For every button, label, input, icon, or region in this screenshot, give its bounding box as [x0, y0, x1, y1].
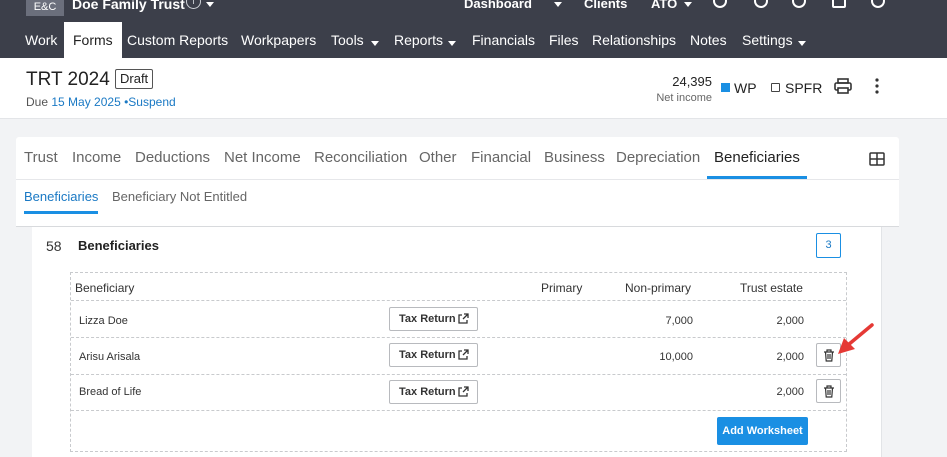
external-link-icon [458, 313, 469, 324]
help-icon[interactable] [871, 0, 885, 8]
info-icon[interactable]: i [186, 0, 201, 9]
trash-icon [824, 349, 834, 362]
due-prefix: Due [26, 95, 49, 109]
wp-label[interactable]: WP [734, 80, 757, 96]
due-line: Due 15 May 2025 •Suspend [26, 95, 176, 109]
client-name[interactable]: Doe Family Trust [72, 0, 185, 14]
tools-chevron-down-icon[interactable] [371, 35, 379, 53]
trust-estate-value[interactable]: 2,000 [741, 351, 804, 363]
return-title: TRT 2024 [26, 69, 110, 90]
tax-return-label: Tax Return [399, 313, 456, 325]
nav-settings[interactable]: Settings [742, 22, 793, 58]
section-number: 58 [46, 238, 62, 254]
form-card: Trust Income Deductions Net Income Recon… [16, 137, 899, 457]
non-primary-value[interactable]: 10,000 [631, 351, 693, 363]
return-header: TRT 2024 Draft Due 15 May 2025 •Suspend … [0, 58, 947, 119]
net-income-label: Net income [656, 92, 712, 104]
tab-reconciliation[interactable]: Reconciliation [314, 149, 407, 177]
row-divider [71, 300, 846, 301]
firm-logo[interactable]: E&C [26, 0, 64, 16]
ato-link[interactable]: ATO [651, 0, 677, 14]
reports-chevron-down-icon[interactable] [448, 35, 456, 53]
tax-return-button[interactable]: Tax Return [389, 307, 478, 331]
nav-financials[interactable]: Financials [472, 22, 535, 58]
beneficiary-count-badge[interactable]: 3 [816, 233, 841, 258]
beneficiary-name: Bread of Life [79, 386, 142, 398]
dashboard-link[interactable]: Dashboard [464, 0, 532, 14]
tax-return-label: Tax Return [399, 386, 456, 398]
nav-custom-reports[interactable]: Custom Reports [127, 22, 228, 58]
column-header-beneficiary: Beneficiary [75, 281, 135, 295]
add-icon[interactable] [713, 0, 727, 8]
client-chevron-down-icon[interactable] [206, 0, 214, 14]
tab-business[interactable]: Business [544, 149, 605, 177]
printer-icon[interactable] [834, 78, 852, 94]
settings-chevron-down-icon[interactable] [798, 35, 806, 53]
clients-link[interactable]: Clients [584, 0, 627, 14]
grid-view-icon[interactable] [869, 152, 885, 166]
status-badge: Draft [115, 69, 154, 89]
beneficiaries-table: Beneficiary Primary Non-primary Trust es… [70, 272, 847, 452]
due-date-link[interactable]: 15 May 2025 [51, 95, 120, 109]
beneficiary-name: Arisu Arisala [79, 351, 141, 363]
gift-icon[interactable] [832, 0, 846, 8]
more-options-icon[interactable] [873, 78, 881, 94]
non-primary-value[interactable]: 7,000 [631, 315, 693, 327]
column-header-non-primary: Non-primary [625, 281, 692, 295]
subtab-beneficiary-not-entitled[interactable]: Beneficiary Not Entitled [112, 189, 247, 204]
tab-other[interactable]: Other [419, 149, 457, 177]
spfr-label[interactable]: SPFR [785, 80, 822, 96]
delete-row-button[interactable] [816, 379, 841, 403]
annotation-arrow-icon [838, 323, 874, 354]
nav-relationships[interactable]: Relationships [592, 22, 676, 58]
add-worksheet-button[interactable]: Add Worksheet [717, 417, 808, 445]
nav-forms[interactable]: Forms [64, 22, 122, 58]
spfr-checkbox[interactable] [771, 83, 780, 92]
ato-chevron-down-icon[interactable] [684, 0, 692, 14]
user-icon[interactable] [792, 0, 806, 8]
nav-work[interactable]: Work [25, 22, 57, 58]
column-header-primary: Primary [541, 281, 583, 295]
suspend-link[interactable]: Suspend [128, 95, 175, 109]
trash-icon [824, 385, 834, 398]
tab-beneficiaries[interactable]: Beneficiaries [707, 149, 807, 179]
dashboard-chevron-down-icon[interactable] [554, 0, 562, 14]
tax-return-button[interactable]: Tax Return [389, 380, 478, 404]
main-nav: Work Forms Custom Reports Workpapers Too… [0, 22, 947, 58]
nav-notes[interactable]: Notes [690, 22, 727, 58]
subtab-beneficiaries[interactable]: Beneficiaries [24, 189, 99, 214]
tab-depreciation[interactable]: Depreciation [616, 149, 700, 177]
tax-return-button[interactable]: Tax Return [389, 343, 478, 367]
tabs-divider [16, 179, 899, 180]
nav-tools[interactable]: Tools [331, 22, 364, 58]
gear-icon[interactable] [754, 0, 768, 8]
tab-trust[interactable]: Trust [24, 149, 58, 177]
trust-estate-value[interactable]: 2,000 [741, 386, 804, 398]
top-bar: E&C Doe Family Trust i Dashboard Clients… [0, 0, 947, 22]
trust-estate-value[interactable]: 2,000 [741, 315, 804, 327]
beneficiary-name: Lizza Doe [79, 315, 128, 327]
column-header-trust-estate: Trust estate [740, 281, 803, 295]
net-income-value: 24,395 [672, 74, 712, 89]
section-title: Beneficiaries [78, 238, 159, 253]
row-divider [71, 410, 846, 411]
tax-return-label: Tax Return [399, 349, 456, 361]
external-link-icon [458, 349, 469, 360]
tab-financial[interactable]: Financial [471, 149, 531, 177]
nav-files[interactable]: Files [549, 22, 579, 58]
row-divider [71, 337, 846, 338]
row-divider [71, 374, 846, 375]
nav-reports[interactable]: Reports [394, 22, 443, 58]
tab-income[interactable]: Income [72, 149, 121, 177]
nav-workpapers[interactable]: Workpapers [241, 22, 316, 58]
tab-deductions[interactable]: Deductions [135, 149, 210, 177]
wp-checkbox[interactable] [721, 83, 730, 92]
external-link-icon [458, 386, 469, 397]
tab-net-income[interactable]: Net Income [224, 149, 301, 177]
